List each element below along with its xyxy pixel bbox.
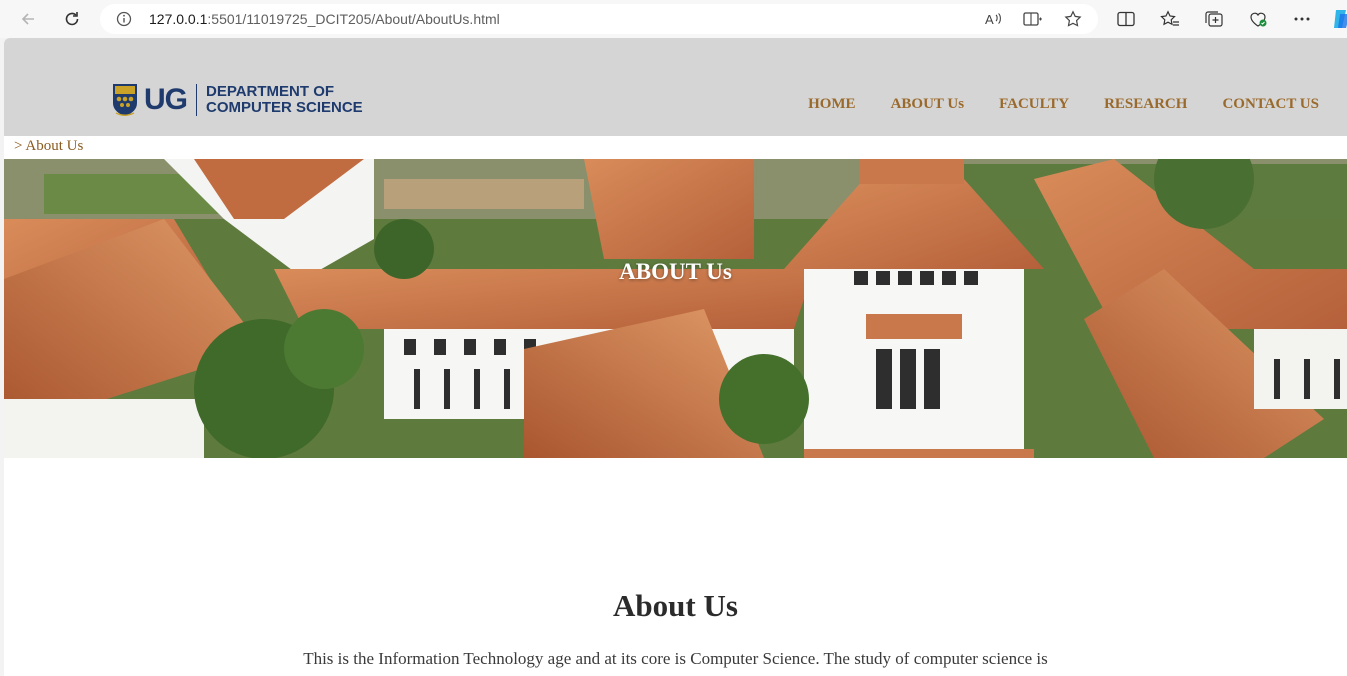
- nav-faculty[interactable]: FACULTY: [999, 96, 1069, 113]
- copilot-icon[interactable]: [1330, 7, 1347, 31]
- site-header: UG DEPARTMENT OF COMPUTER SCIENCE HOME A…: [4, 38, 1347, 136]
- section-title: About Us: [613, 588, 738, 623]
- collections-icon[interactable]: [1202, 7, 1226, 31]
- refresh-icon: [65, 12, 79, 26]
- favorites-icon[interactable]: [1158, 7, 1182, 31]
- ug-crest-icon: [113, 84, 137, 116]
- hero-banner: ABOUT Us: [4, 159, 1347, 458]
- intro-paragraph: This is the Information Technology age a…: [303, 649, 1048, 668]
- immersive-reader-icon[interactable]: [1022, 8, 1044, 30]
- nav-about[interactable]: ABOUT Us: [891, 96, 965, 113]
- logo-line-1: DEPARTMENT OF: [206, 83, 335, 100]
- favorite-star-icon[interactable]: [1062, 8, 1084, 30]
- read-aloud-icon[interactable]: A: [982, 8, 1004, 30]
- nav-contact[interactable]: CONTACT US: [1222, 96, 1319, 113]
- refresh-button[interactable]: [58, 5, 86, 33]
- url-host: 127.0.0.1: [149, 11, 208, 27]
- logo-divider: [196, 84, 197, 116]
- web-page: UG DEPARTMENT OF COMPUTER SCIENCE HOME A…: [4, 38, 1347, 676]
- site-info-icon[interactable]: [116, 11, 132, 32]
- main-nav: HOME ABOUT Us FACULTY RESEARCH CONTACT U…: [808, 96, 1319, 113]
- ug-logo[interactable]: UG DEPARTMENT OF COMPUTER SCIENCE: [112, 82, 363, 118]
- logo-department-name: DEPARTMENT OF COMPUTER SCIENCE: [206, 84, 363, 116]
- back-button[interactable]: [14, 5, 42, 33]
- nav-research[interactable]: RESEARCH: [1104, 96, 1187, 113]
- browser-essentials-icon[interactable]: [1246, 7, 1270, 31]
- svg-text:A: A: [985, 12, 994, 27]
- arrow-left-icon: [21, 13, 34, 25]
- split-screen-icon[interactable]: [1114, 7, 1138, 31]
- campus-aerial-image: [4, 159, 1347, 458]
- url-path: :5501/11019725_DCIT205/About/AboutUs.htm…: [207, 11, 500, 27]
- breadcrumb[interactable]: > About Us: [14, 138, 83, 155]
- address-bar[interactable]: 127.0.0.1:5501/11019725_DCIT205/About/Ab…: [100, 4, 1098, 34]
- browser-toolbar: 127.0.0.1:5501/11019725_DCIT205/About/Ab…: [0, 0, 1347, 38]
- logo-short: UG: [144, 83, 188, 116]
- more-options-icon[interactable]: [1290, 7, 1314, 31]
- hero-title: ABOUT Us: [619, 259, 732, 284]
- logo-line-2: COMPUTER SCIENCE: [206, 99, 363, 116]
- url-text[interactable]: 127.0.0.1:5501/11019725_DCIT205/About/Ab…: [149, 11, 500, 27]
- nav-home[interactable]: HOME: [808, 96, 856, 113]
